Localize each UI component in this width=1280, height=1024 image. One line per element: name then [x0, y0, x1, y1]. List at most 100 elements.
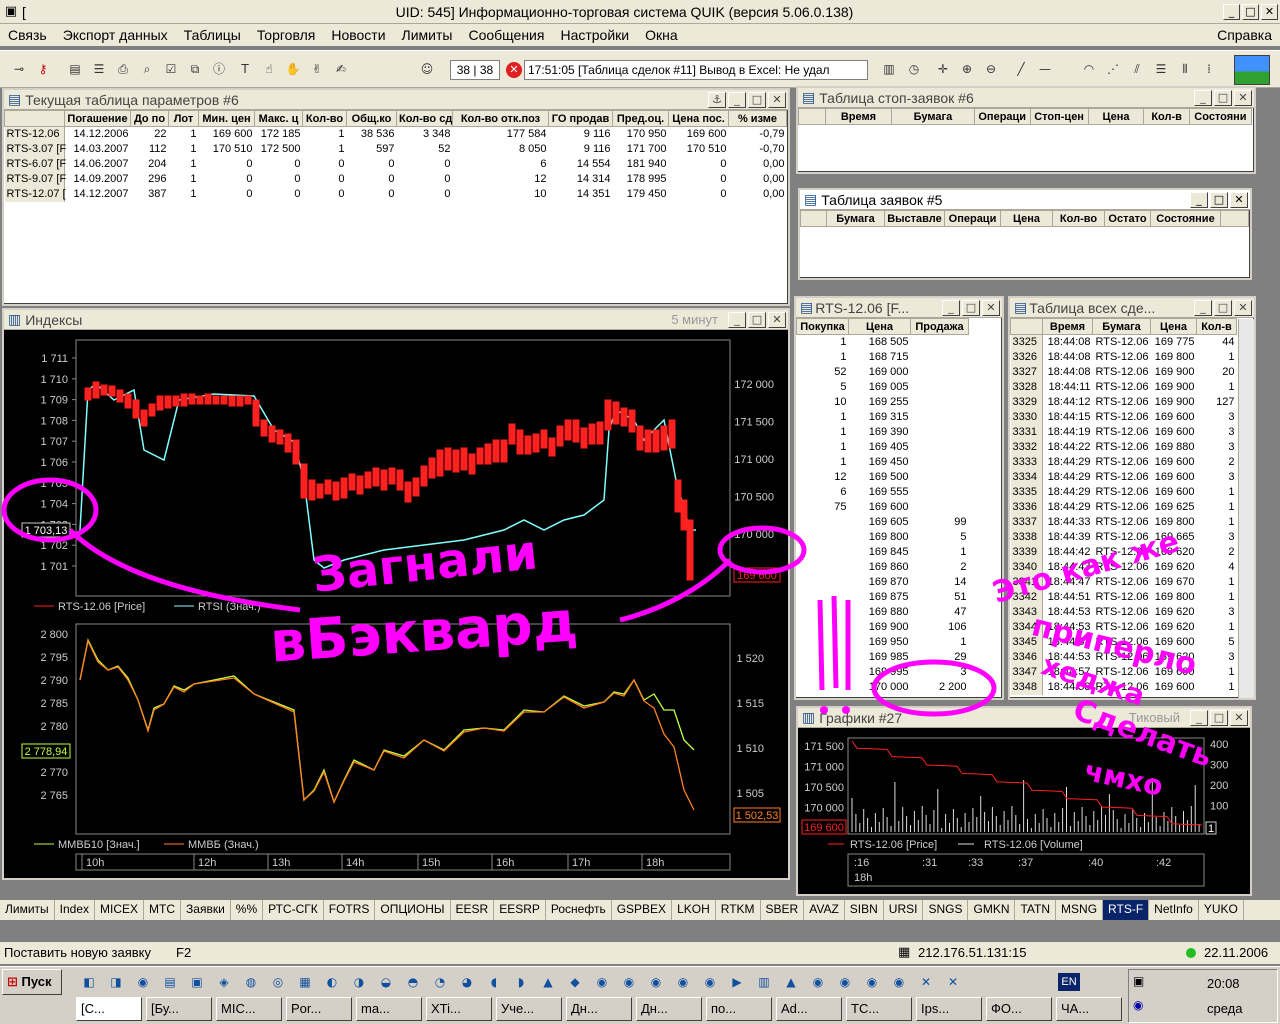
fibo-icon[interactable]: ☰ [1152, 60, 1170, 78]
quicklaunch-icon[interactable]: ▦ [294, 971, 316, 993]
quicklaunch-icon[interactable]: ◓ [402, 971, 424, 993]
zoom-in-icon[interactable]: ⊕ [958, 60, 976, 78]
tab-1[interactable]: Index [55, 900, 96, 920]
tab-7[interactable]: FOTRS [324, 900, 376, 920]
col-header[interactable]: Стоп-цен [1029, 108, 1089, 125]
tab-17[interactable]: SIBN [845, 900, 884, 920]
menu-item[interactable]: Настройки [552, 27, 637, 43]
table-row[interactable]: 3348 18:44:58 RTS-12.06 169 600 1 [1010, 680, 1237, 695]
tab-16[interactable]: AVAZ [804, 900, 845, 920]
maximize-button[interactable]: □ [1214, 299, 1232, 316]
quicklaunch-icon[interactable]: ◗ [510, 971, 532, 993]
tab-10[interactable]: EESRP [494, 900, 546, 920]
table-row[interactable]: RTS-12.06 14.12.2006 22 1 169 600 172 185 1 38 … [4, 126, 787, 142]
col-header[interactable]: Состояни [1188, 108, 1253, 125]
minimize-button[interactable]: _ [728, 311, 746, 328]
table-row[interactable]: 3345 18:44:53 RTS-12.06 169 600 5 [1010, 635, 1237, 650]
quicklaunch-icon[interactable]: ▤ [159, 971, 181, 993]
col-header[interactable]: Бумага [1092, 318, 1151, 335]
message-line[interactable]: 17:51:05 [Таблица сделок #11] Вывод в Ex… [524, 60, 868, 80]
quicklaunch-icon[interactable]: ◉ [645, 971, 667, 993]
col-header[interactable]: Макс. ц [254, 110, 303, 127]
table-row[interactable]: 169 880 47 [797, 605, 969, 620]
quicklaunch-icon[interactable]: ◉ [132, 971, 154, 993]
lang-indicator[interactable]: EN [1058, 973, 1080, 991]
table-row[interactable]: RTS-12.07 [14.12.2007 387 1 0 0 0 0 0 10 14 351 17… [4, 187, 787, 202]
table-row[interactable]: 169 870 14 [797, 575, 969, 590]
col-header[interactable] [1220, 210, 1249, 227]
table-row[interactable]: 3329 18:44:12 RTS-12.06 169 900 127 [1010, 395, 1237, 410]
quicklaunch-icon[interactable]: ◒ [375, 971, 397, 993]
task-button[interactable]: ЧА... [1056, 997, 1122, 1021]
table-row[interactable]: 3335 18:44:29 RTS-12.06 169 600 1 [1010, 485, 1237, 500]
close-button[interactable]: ✕ [1230, 191, 1248, 208]
table-row[interactable]: 12 169 500 [797, 470, 969, 485]
quicklaunch-icon[interactable]: ◖ [483, 971, 505, 993]
menu-help[interactable]: Справка [1209, 27, 1280, 43]
table-row[interactable]: 169 860 2 [797, 560, 969, 575]
quicklaunch-icon[interactable]: ✕ [942, 971, 964, 993]
disconnect-icon[interactable]: ⚷ [34, 60, 52, 78]
tab-6[interactable]: РТС-СГК [263, 900, 324, 920]
table-row[interactable]: RTS-6.07 [F 14.06.2007 204 1 0 0 0 0 0 6 14 554 181… [4, 157, 787, 172]
quicklaunch-icon[interactable]: ◉ [888, 971, 910, 993]
quicklaunch-icon[interactable]: ▲ [780, 971, 802, 993]
quicklaunch-icon[interactable]: ◈ [213, 971, 235, 993]
zoom-out-icon[interactable]: ⊖ [982, 60, 1000, 78]
table-row[interactable]: RTS-3.07 [F 14.03.2007 112 1 170 510 172 500 1… [4, 142, 787, 157]
task-button[interactable]: TC... [846, 997, 912, 1021]
task-button[interactable]: [С... [76, 997, 142, 1021]
table-row[interactable]: RTS-9.07 [F 14.09.2007 296 1 0 0 0 0 0 12 14 314 17… [4, 172, 787, 187]
channel-icon[interactable]: ⫽ [1128, 60, 1146, 78]
task-button[interactable]: по... [706, 997, 772, 1021]
task-button[interactable]: [Бу... [146, 997, 212, 1021]
table-row[interactable]: 3327 18:44:08 RTS-12.06 169 900 20 [1010, 365, 1237, 380]
text-icon[interactable]: T [236, 60, 254, 78]
menu-item[interactable]: Таблицы [176, 27, 249, 43]
task-button[interactable]: ma... [356, 997, 422, 1021]
quicklaunch-icon[interactable]: ◐ [321, 971, 343, 993]
table-row[interactable]: 3343 18:44:53 RTS-12.06 169 620 3 [1010, 605, 1237, 620]
quicklaunch-icon[interactable]: ◕ [456, 971, 478, 993]
table-row[interactable]: 3341 18:44:47 RTS-12.06 169 670 1 [1010, 575, 1237, 590]
table-row[interactable]: 10 169 255 [797, 395, 969, 410]
col-header[interactable]: Операци [973, 108, 1031, 125]
col-header[interactable] [798, 108, 826, 125]
print-icon[interactable]: ⎙ [114, 60, 132, 78]
tab-14[interactable]: RTKM [716, 900, 761, 920]
table-row[interactable]: 1 169 405 [797, 440, 969, 455]
col-header[interactable]: Операци [944, 210, 1001, 227]
table-row[interactable]: 3338 18:44:39 RTS-12.06 169 665 3 [1010, 530, 1237, 545]
close-button[interactable]: ✕ [982, 299, 1000, 316]
tab-11[interactable]: Роснефть [546, 900, 612, 920]
tab-12[interactable]: GSPBEX [612, 900, 673, 920]
quicklaunch-icon[interactable]: ◨ [105, 971, 127, 993]
task-button[interactable]: Дн... [636, 997, 702, 1021]
col-header[interactable]: Бумага [826, 210, 885, 227]
close-button[interactable]: ✕ [1234, 89, 1252, 106]
table-row[interactable]: 3332 18:44:22 RTS-12.06 169 880 3 [1010, 440, 1237, 455]
quicklaunch-icon[interactable]: ◍ [240, 971, 262, 993]
col-header[interactable]: Продажа [910, 318, 969, 335]
table-row[interactable]: 3326 18:44:08 RTS-12.06 169 800 1 [1010, 350, 1237, 365]
col-header[interactable]: Цена пос. [668, 110, 729, 127]
table-row[interactable]: 3342 18:44:51 RTS-12.06 169 800 1 [1010, 590, 1237, 605]
col-header[interactable]: Кол-в [1196, 318, 1237, 335]
table-row[interactable]: 170 000 2 200 [797, 680, 969, 695]
table-row[interactable]: 1 168 715 [797, 350, 969, 365]
quicklaunch-icon[interactable]: ◉ [672, 971, 694, 993]
col-header[interactable] [4, 110, 65, 127]
col-header[interactable] [800, 210, 827, 227]
crosshair-icon[interactable]: ✛ [934, 60, 952, 78]
minimize-button[interactable]: _ [1194, 299, 1212, 316]
vline2-icon[interactable]: ⁞ [1200, 60, 1218, 78]
quicklaunch-icon[interactable]: ◧ [78, 971, 100, 993]
col-header[interactable]: Мин. цен [198, 110, 255, 127]
tab-20[interactable]: GMKN [968, 900, 1016, 920]
col-header[interactable]: Бумага [891, 108, 975, 125]
clock-icon[interactable]: ◷ [905, 60, 923, 78]
hline-icon[interactable]: — [1036, 60, 1054, 78]
table-row[interactable]: 3337 18:44:33 RTS-12.06 169 800 1 [1010, 515, 1237, 530]
menu-item[interactable]: Связь [0, 27, 55, 43]
task-button[interactable]: Por... [286, 997, 352, 1021]
